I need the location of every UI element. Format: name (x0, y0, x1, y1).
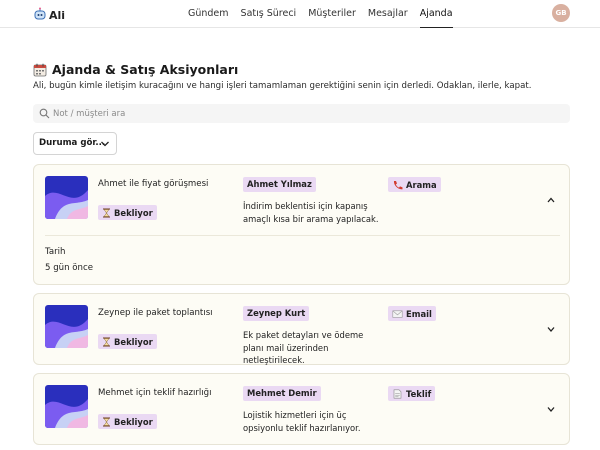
status-label: Bekliyor (114, 416, 153, 427)
top-navigation-bar: Ali Gündem Satış Süreci Müşteriler Mesaj… (0, 0, 600, 28)
document-icon (393, 389, 402, 398)
search-icon (39, 108, 50, 119)
customer-chip[interactable]: Ahmet Yılmaz (243, 177, 316, 192)
page-title-text: Ajanda & Satış Aksiyonları (52, 62, 239, 77)
nav-item-mesajlar[interactable]: Mesajlar (368, 0, 408, 28)
action-type-label: Arama (406, 179, 437, 190)
chevron-down-icon (101, 141, 109, 147)
chevron-down-icon[interactable] (546, 325, 556, 333)
status-filter-label: Duruma gör... (39, 138, 106, 148)
abstract-image-icon (45, 385, 88, 428)
action-type-badge: Arama (388, 177, 441, 192)
hourglass-icon (103, 337, 110, 346)
page-title: Ajanda & Satış Aksiyonları (33, 62, 238, 77)
task-thumbnail (45, 385, 88, 428)
task-description: İndirim beklentisi için kapanış amaçlı k… (243, 201, 379, 224)
abstract-image-icon (45, 176, 88, 219)
robot-mascot-icon (34, 7, 46, 19)
task-card[interactable]: Mehmet için teklif hazırlığı Bekliyor Me… (33, 373, 570, 445)
chevron-up-icon[interactable] (546, 196, 556, 204)
customer-chip[interactable]: Mehmet Demir (243, 386, 321, 401)
task-title: Zeynep ile paket toplantısı (98, 308, 213, 318)
action-type-label: Email (406, 308, 432, 319)
date-label: Tarih (45, 247, 66, 257)
search-input[interactable] (53, 104, 553, 123)
task-title: Mehmet için teklif hazırlığı (98, 388, 212, 398)
phone-icon (393, 180, 403, 189)
action-type-badge: Email (388, 306, 436, 321)
abstract-image-icon (45, 305, 88, 348)
status-badge: Bekliyor (98, 414, 157, 429)
nav-item-ajanda[interactable]: Ajanda (419, 0, 453, 28)
task-description: Ek paket detayları ve ödeme planı mail ü… (243, 330, 364, 365)
main-nav: Gündem Satış Süreci Müşteriler Mesajlar … (188, 0, 465, 28)
hourglass-icon (103, 208, 110, 217)
nav-item-musteriler[interactable]: Müşteriler (308, 0, 356, 28)
chevron-down-icon[interactable] (546, 405, 556, 413)
task-thumbnail (45, 176, 88, 219)
logo-text: Ali (49, 9, 66, 22)
calendar-icon (33, 63, 47, 76)
user-avatar[interactable]: GB (552, 4, 570, 22)
customer-chip[interactable]: Zeynep Kurt (243, 306, 310, 321)
status-badge: Bekliyor (98, 205, 157, 220)
task-card[interactable]: Zeynep ile paket toplantısı Bekliyor Zey… (33, 293, 570, 365)
task-thumbnail (45, 305, 88, 348)
card-divider (45, 235, 560, 236)
app-logo[interactable]: Ali (33, 5, 65, 22)
nav-item-gundem[interactable]: Gündem (188, 0, 229, 28)
nav-item-satis-sureci[interactable]: Satış Süreci (241, 0, 297, 28)
page-subtitle: Ali, bugün kimle iletişim kuracağını ve … (33, 81, 532, 91)
action-type-label: Teklif (406, 388, 432, 399)
status-label: Bekliyor (114, 336, 153, 347)
hourglass-icon (103, 417, 110, 426)
status-label: Bekliyor (114, 207, 153, 218)
status-badge: Bekliyor (98, 334, 157, 349)
action-type-badge: Teklif (388, 386, 436, 401)
task-title: Ahmet ile fiyat görüşmesi (98, 179, 209, 189)
status-filter-dropdown[interactable]: Duruma gör... (33, 132, 117, 155)
task-card[interactable]: Ahmet ile fiyat görüşmesi Bekliyor Ahmet… (33, 164, 570, 285)
search-bar (33, 104, 570, 123)
envelope-icon (392, 309, 403, 318)
task-description: Lojistik hizmetleri için üç opsiyonlu te… (243, 410, 361, 433)
date-value: 5 gün önce (45, 263, 93, 273)
